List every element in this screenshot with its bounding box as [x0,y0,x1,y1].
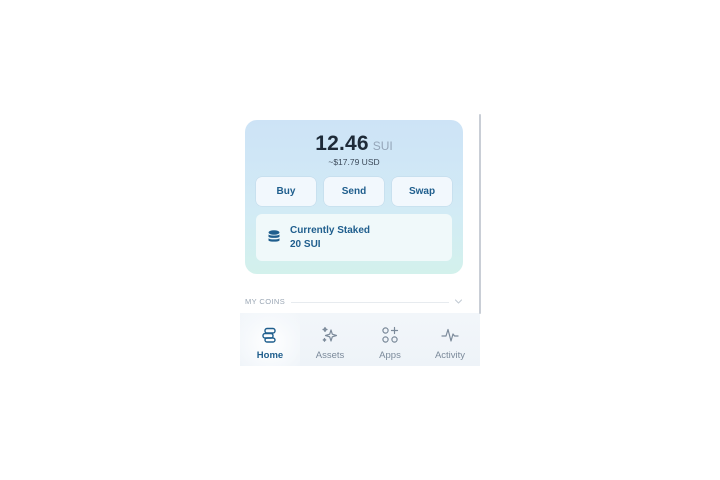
scrollbar[interactable] [479,114,481,314]
send-button[interactable]: Send [324,177,384,206]
balance-unit: SUI [372,139,393,153]
coins-icon [262,327,276,343]
apps-grid-icon [382,326,399,343]
my-coins-divider [291,302,449,303]
nav-label-home: Home [256,350,284,361]
nav-item-apps[interactable]: Apps [360,313,420,366]
sparkles-icon [322,326,338,342]
balance-amount: 12.46 [315,132,369,155]
nav-label-apps: Apps [379,350,401,361]
balance-usd: ~$17.79 USD [328,157,380,167]
bottom-navigation: Home Assets Apps Activity [240,313,480,366]
action-buttons: Buy Send Swap [256,177,452,206]
balance-amount-row: 12.46 SUI [245,132,463,156]
my-coins-label: MY COINS [245,297,286,306]
wallet-panel: 12.46 SUI ~$17.79 USD Buy Send Swap Curre… [240,114,480,366]
nav-label-assets: Assets [315,350,345,361]
coin-stack-icon [268,230,280,242]
wallet-screen: 12.46 SUI ~$17.79 USD Buy Send Swap Curre… [0,0,720,480]
staked-amount: 20 SUI [290,239,321,250]
nav-label-activity: Activity [434,350,466,361]
my-coins-header[interactable]: MY COINS [245,297,463,309]
nav-item-activity[interactable]: Activity [420,313,480,366]
activity-pulse-icon [441,328,459,342]
chevron-down-icon[interactable] [454,297,463,306]
currently-staked-card[interactable]: Currently Staked 20 SUI [256,214,452,261]
staked-title: Currently Staked [290,225,371,236]
nav-item-assets[interactable]: Assets [300,313,360,366]
balance-card: 12.46 SUI ~$17.79 USD Buy Send Swap Curre… [245,120,463,274]
swap-button[interactable]: Swap [392,177,452,206]
buy-button[interactable]: Buy [256,177,316,206]
nav-item-home[interactable]: Home [240,313,300,366]
